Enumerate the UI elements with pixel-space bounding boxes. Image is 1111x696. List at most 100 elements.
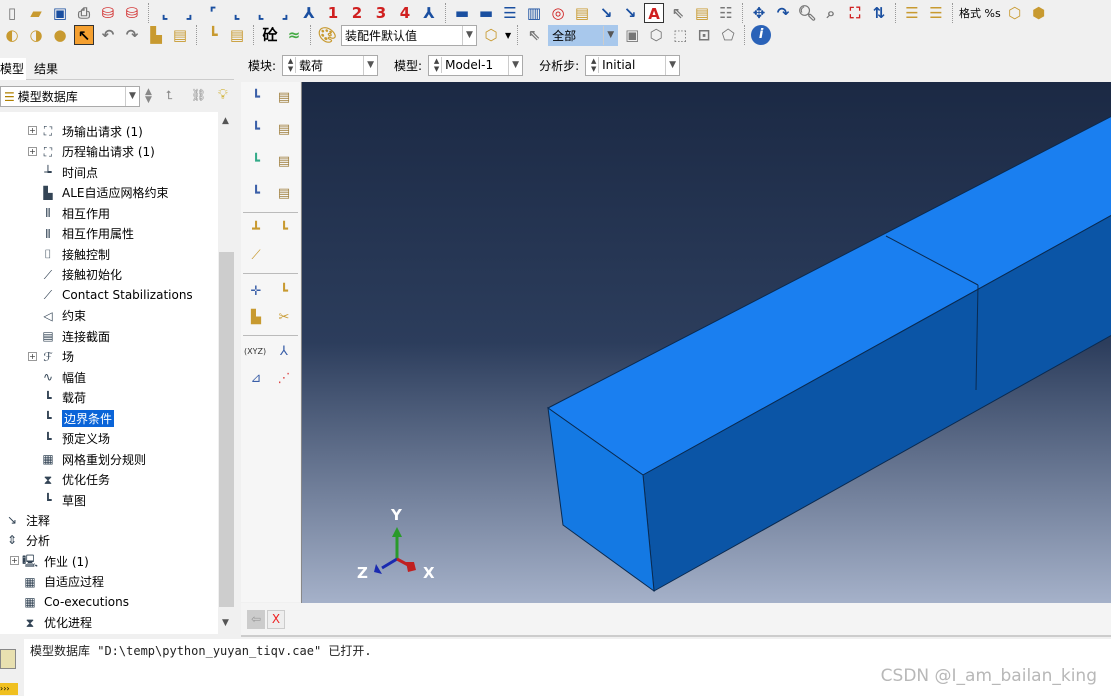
rotate-icon[interactable]: ↷	[773, 3, 793, 23]
scrollbar-thumb[interactable]	[219, 252, 234, 607]
tree-item[interactable]: 🖳 作业 (1)	[22, 551, 89, 571]
tree-item[interactable]: ▤ 连接截面	[40, 326, 110, 346]
tree-item[interactable]: ┗ 载荷	[40, 388, 86, 408]
apply-view-icon[interactable]: ⅄	[419, 3, 439, 23]
zoom-icon[interactable]: 🔍︎	[797, 3, 817, 23]
partition-pick-icon[interactable]: ✛	[246, 282, 266, 302]
expand-icon[interactable]: +	[10, 556, 19, 565]
dropdown-arrow-icon[interactable]: ▼	[505, 31, 511, 40]
tree-item[interactable]: ℱ场	[40, 347, 74, 367]
module-combo[interactable]: ▲ ▼ 载荷 ▼	[282, 54, 379, 76]
link-viewports-icon[interactable]: ◎	[548, 3, 568, 23]
tree-item[interactable]: ⟋ 接触初始化	[40, 265, 122, 285]
bc-manager-icon[interactable]: ▤	[274, 120, 294, 140]
tree-item[interactable]: ⟋ Contact Stabilizations	[40, 285, 193, 305]
boolean-intersect-icon[interactable]: ◑	[26, 25, 46, 45]
select-edge-icon[interactable]: ⊡	[694, 25, 714, 45]
render-cube-icon[interactable]: ⬡	[481, 25, 501, 45]
print-icon[interactable]: ⎙	[74, 3, 94, 23]
partition-cell-icon[interactable]: ▙	[246, 308, 266, 328]
auto-fit-icon[interactable]: ⛶	[845, 3, 865, 23]
wireframe-cube-icon[interactable]: ⬡	[1005, 3, 1025, 23]
user-view-1[interactable]: 1	[323, 3, 343, 23]
load-case-manager-icon[interactable]: ▤	[274, 184, 294, 204]
cancel-x-icon[interactable]: X	[267, 610, 285, 629]
tree-item[interactable]: ◁ 约束	[40, 306, 86, 326]
cut-icon[interactable]: ✂	[274, 308, 294, 328]
layout-vertical-icon[interactable]: ▥	[524, 3, 544, 23]
tree-item[interactable]: ▦ Co-executions	[22, 592, 129, 612]
viewport-annotations-icon[interactable]: ▤	[572, 3, 592, 23]
part-instance-icon[interactable]: ▙	[146, 25, 166, 45]
tree-item[interactable]: ⛶ 场输出请求 (1)	[40, 121, 143, 141]
tree-item[interactable]: ↘ 注释	[4, 510, 50, 530]
tree-item[interactable]: ⇕ 分析	[4, 530, 50, 550]
tree-item[interactable]: ▦ 自适应过程	[22, 572, 104, 592]
sphere-icon[interactable]: ●	[50, 25, 70, 45]
render-style-combo[interactable]: 装配件默认值 ▼	[341, 24, 477, 46]
tree-item[interactable]: ┗ 边界条件	[40, 408, 115, 428]
create-bc-icon[interactable]: ┗	[246, 120, 266, 140]
tree-item[interactable]: ⧗ 优化进程	[22, 613, 92, 633]
tree-filter-icon[interactable]: ⛓	[191, 88, 206, 102]
box-zoom-icon[interactable]: ⌕	[821, 3, 841, 23]
annotation-manager-icon[interactable]: ▤	[692, 3, 712, 23]
save-icon[interactable]: ▣	[50, 3, 70, 23]
model-database-combo[interactable]: ☰ 模型数据库 ▼	[0, 86, 140, 107]
parent-folder-icon[interactable]: ⮤	[166, 88, 173, 103]
datum-plane-tool-icon[interactable]: ⊿	[246, 369, 266, 389]
layout-horizontal-icon[interactable]: ☰	[500, 3, 520, 23]
user-view-4[interactable]: 4	[395, 3, 415, 23]
scroll-down-icon[interactable]: ▼	[222, 618, 229, 628]
selection-filter-combo[interactable]: 全部 ▼	[548, 24, 619, 46]
create-predefined-field-icon[interactable]: ┗	[246, 152, 266, 172]
select-from-viewport-icon[interactable]: ▣	[622, 25, 642, 45]
predefined-field-manager-icon[interactable]: ▤	[274, 152, 294, 172]
list-icon[interactable]: ☷	[716, 3, 736, 23]
ladder-perspective-icon[interactable]: ☰	[926, 3, 946, 23]
view-top-icon[interactable]: ⌜	[203, 3, 223, 23]
view-back-icon[interactable]: ⌟	[179, 3, 199, 23]
arrow-icon[interactable]: ↘	[620, 3, 640, 23]
new-file-icon[interactable]: ▯	[2, 3, 22, 23]
load-manager-icon[interactable]: ▤	[274, 88, 294, 108]
select-box-icon[interactable]: ⬚	[670, 25, 690, 45]
message-area-icon[interactable]	[0, 649, 16, 669]
step-combo[interactable]: ▲ ▼ Initial ▼	[585, 54, 681, 76]
ladder-icon[interactable]: ☰	[902, 3, 922, 23]
color-code-icon[interactable]: ≈	[284, 25, 304, 45]
export-icon[interactable]: ⛁	[122, 3, 142, 23]
expand-icon[interactable]: +	[28, 146, 37, 156]
undo-icon[interactable]: ↶	[98, 25, 118, 45]
info-icon[interactable]: i	[751, 25, 772, 45]
python-console-icon[interactable]: ›››	[0, 683, 18, 695]
datum-plane-icon[interactable]: ┗	[203, 25, 223, 45]
create-load-case-icon[interactable]: ┗	[246, 184, 266, 204]
boolean-union-icon[interactable]: ◐	[2, 25, 22, 45]
model-canvas[interactable]	[302, 82, 1111, 603]
pointer-icon[interactable]: ⇖	[668, 3, 688, 23]
tree-item[interactable]: ⛶ 历程输出请求 (1)	[40, 142, 155, 162]
tab-results[interactable]: 结果	[34, 58, 68, 80]
view-right-icon[interactable]: ⌟	[275, 3, 295, 23]
tree-item[interactable]: ∿ 幅值	[40, 367, 86, 387]
format-label[interactable]: 格式 %s	[959, 5, 1001, 21]
move-up-down-icon[interactable]: ▲ ▼	[145, 88, 152, 105]
select-solid-icon[interactable]: ⬡	[646, 25, 666, 45]
create-load-icon[interactable]: ┗	[246, 88, 266, 108]
datum-manager-icon[interactable]: ▤	[227, 25, 247, 45]
lightbulb-icon[interactable]: 💡︎	[218, 87, 228, 103]
manager-icon[interactable]: ▤	[170, 25, 190, 45]
view-front-icon[interactable]: ⌞	[155, 3, 175, 23]
cycle-icon[interactable]: ⇅	[869, 3, 889, 23]
iso-view-icon[interactable]: ⅄	[299, 3, 319, 23]
open-file-icon[interactable]: ▰	[26, 3, 46, 23]
layout-tile-icon[interactable]: ▬	[452, 3, 472, 23]
expand-icon[interactable]: +	[28, 126, 37, 135]
select-pointer-icon[interactable]: ⇖	[524, 25, 544, 45]
datum-csys-icon[interactable]: ⅄	[274, 342, 294, 362]
tree-item[interactable]: ┗ 草图	[40, 490, 86, 510]
select-mode-icon[interactable]: ⬠	[718, 25, 738, 45]
text-arrow-icon[interactable]: ↘	[596, 3, 616, 23]
tree-item[interactable]: ▦ 网格重划分规则	[40, 449, 146, 469]
